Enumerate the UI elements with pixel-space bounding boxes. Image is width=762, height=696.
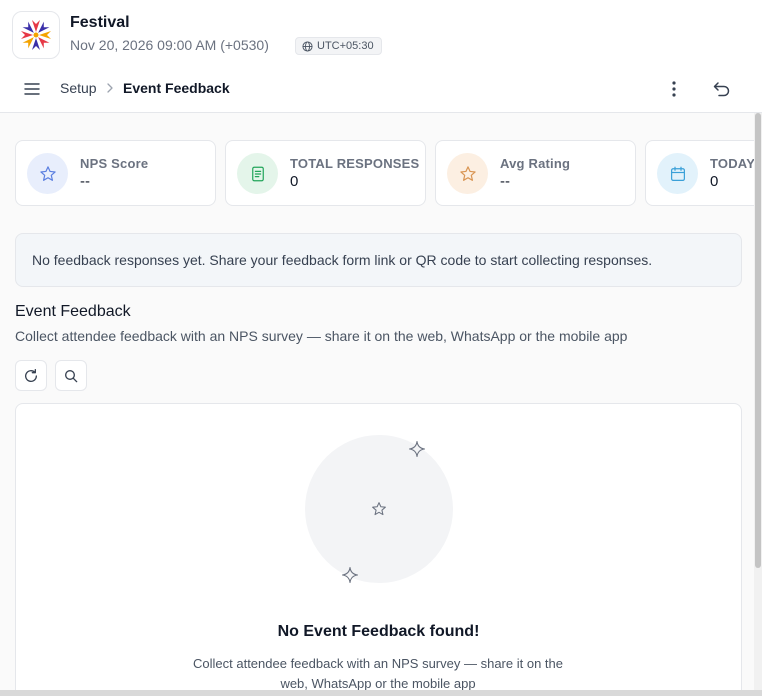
timezone-badge: UTC+05:30 xyxy=(295,37,382,55)
main-content: NPS Score -- TOTAL RESPONSES 0 Avg Ratin… xyxy=(0,113,762,696)
undo-button[interactable] xyxy=(708,76,736,102)
empty-state-panel: No Event Feedback found! Collect attende… xyxy=(15,403,742,696)
stat-icon-wrapper xyxy=(447,153,488,194)
menu-button[interactable] xyxy=(18,77,46,101)
stat-icon-wrapper xyxy=(657,153,698,194)
empty-state-title: No Event Feedback found! xyxy=(277,623,480,640)
empty-state-description: Collect attendee feedback with an NPS su… xyxy=(193,656,563,691)
breadcrumb-setup[interactable]: Setup xyxy=(60,80,97,96)
hamburger-menu-icon xyxy=(24,83,40,95)
more-vertical-icon xyxy=(672,81,676,97)
refresh-icon xyxy=(25,368,37,382)
stat-card-today: TODAY'S 0 xyxy=(645,140,762,206)
section-description: Collect attendee feedback with an NPS su… xyxy=(15,328,628,344)
sparkle-icon xyxy=(341,566,359,584)
toolbar: Setup Event Feedback xyxy=(0,66,762,113)
breadcrumb-current-page: Event Feedback xyxy=(123,80,230,96)
scrollbar[interactable] xyxy=(754,113,762,696)
app-header: Festival Nov 20, 2026 09:00 AM (+0530) U… xyxy=(0,0,762,66)
empty-state-illustration xyxy=(305,435,453,583)
stat-label: TOTAL RESPONSES xyxy=(290,156,420,171)
info-banner-text: No feedback responses yet. Share your fe… xyxy=(32,252,653,268)
scrollbar-thumb[interactable] xyxy=(755,113,761,568)
stat-value: -- xyxy=(500,173,510,190)
stat-card-nps-score: NPS Score -- xyxy=(15,140,216,206)
search-icon xyxy=(65,369,78,382)
sparkle-icon xyxy=(408,440,426,458)
app-title: Festival xyxy=(70,14,130,31)
refresh-button[interactable] xyxy=(15,360,47,391)
section-title: Event Feedback xyxy=(15,303,131,320)
timezone-label: UTC+05:30 xyxy=(317,40,374,52)
globe-icon xyxy=(302,40,313,52)
stat-label: Avg Rating xyxy=(500,156,571,171)
stat-value: -- xyxy=(80,173,90,190)
stat-icon-wrapper xyxy=(27,153,68,194)
star-icon xyxy=(39,165,56,181)
chevron-right-icon xyxy=(104,80,116,96)
stat-label: NPS Score xyxy=(80,156,149,171)
festival-logo xyxy=(12,11,60,59)
info-banner: No feedback responses yet. Share your fe… xyxy=(15,233,742,287)
calendar-icon xyxy=(670,166,685,181)
undo-icon xyxy=(713,82,730,97)
stat-card-total-responses: TOTAL RESPONSES 0 xyxy=(225,140,426,206)
bottom-divider xyxy=(0,690,762,696)
stat-value: 0 xyxy=(710,173,719,190)
festival-flower-logo-icon xyxy=(21,20,51,50)
stat-icon-wrapper xyxy=(237,153,278,194)
star-icon xyxy=(372,502,386,516)
more-options-button[interactable] xyxy=(662,76,686,102)
star-icon xyxy=(459,165,476,181)
search-button[interactable] xyxy=(55,360,87,391)
stat-card-avg-rating: Avg Rating -- xyxy=(435,140,636,206)
document-icon xyxy=(251,166,264,181)
event-datetime: Nov 20, 2026 09:00 AM (+0530) xyxy=(70,37,269,53)
stat-value: 0 xyxy=(290,173,299,190)
